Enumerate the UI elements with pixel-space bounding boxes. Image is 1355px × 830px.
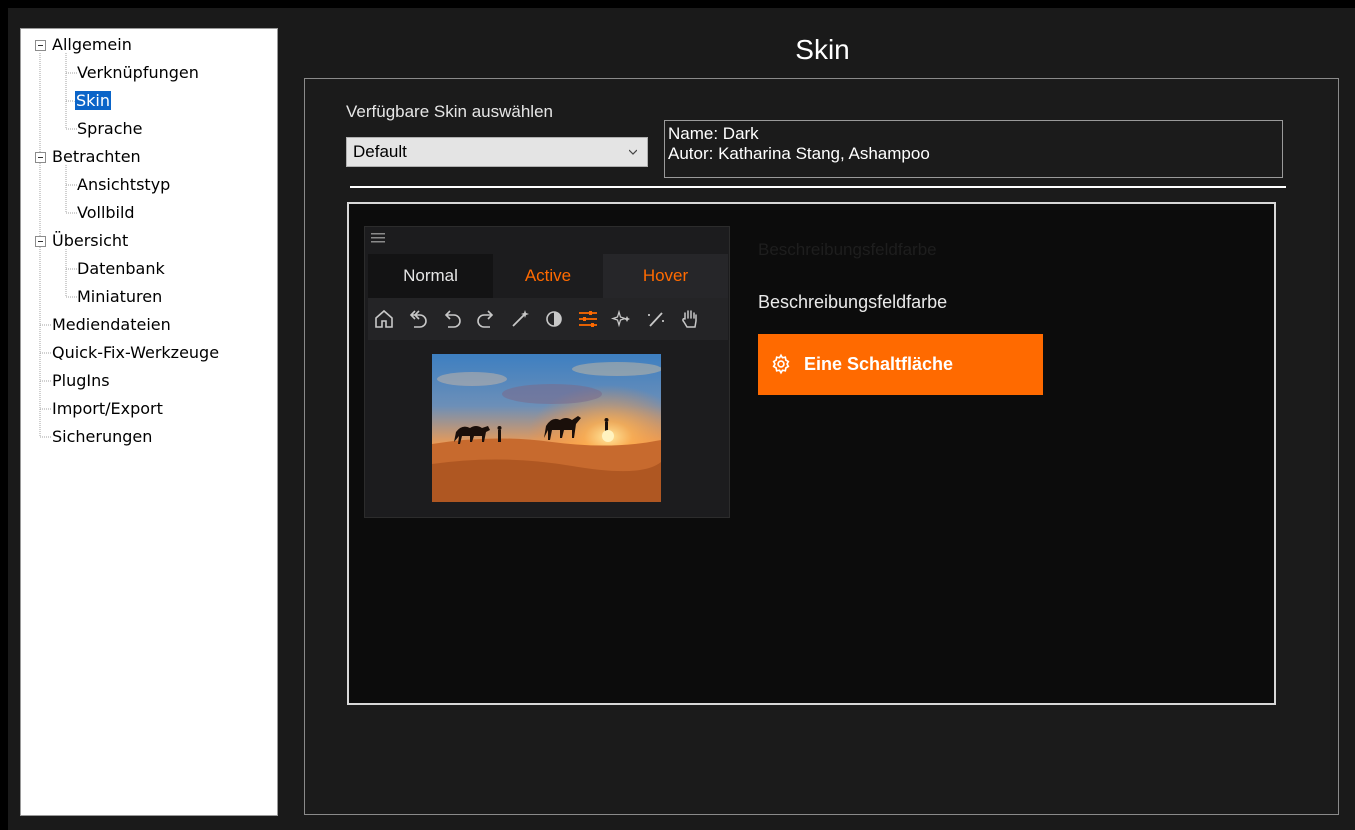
tree-item-label: Datenbank — [77, 259, 165, 278]
home-icon — [375, 309, 393, 328]
preview-tab-normal: Normal — [368, 254, 493, 298]
tree-item-label: Miniaturen — [77, 287, 163, 306]
tree-item-verknuepfungen[interactable]: Verknüpfungen — [77, 62, 199, 84]
skin-select-label: Verfügbare Skin auswählen — [346, 102, 553, 121]
magic-wand-icon — [512, 310, 529, 327]
tree-item-datenbank[interactable]: Datenbank — [77, 258, 165, 280]
tree-item-label: Import/Export — [52, 399, 163, 418]
tree-item-import-export[interactable]: Import/Export — [52, 398, 163, 420]
preview-tabs: Normal Active Hover — [368, 254, 728, 298]
collapse-betrachten-icon[interactable] — [35, 152, 46, 163]
tree-item-skin[interactable]: Skin — [73, 90, 113, 112]
contrast-icon — [546, 311, 562, 327]
tree-item-allgemein[interactable]: Allgemein — [52, 34, 132, 56]
skin-select-value: Default — [353, 142, 407, 161]
gear-icon — [772, 353, 790, 375]
desert-preview-image — [432, 354, 661, 502]
redo-icon — [477, 310, 494, 328]
tree-item-label: PlugIns — [52, 371, 110, 390]
sparkle-icon — [610, 309, 630, 328]
tree-item-label: Sicherungen — [52, 427, 153, 446]
collapse-allgemein-icon[interactable] — [35, 40, 46, 51]
sample-button-label: Eine Schaltfläche — [804, 354, 954, 374]
tree-item-label: Mediendateien — [52, 315, 171, 334]
tree-item-label: Ansichtstyp — [77, 175, 171, 194]
hand-icon — [682, 310, 697, 328]
tree-item-label: Betrachten — [52, 147, 141, 166]
tree-item-mediendateien[interactable]: Mediendateien — [52, 314, 171, 336]
skin-info-name: Name: Dark — [668, 124, 759, 143]
brush-icon — [648, 312, 664, 327]
chevron-down-icon — [629, 149, 637, 155]
skin-select[interactable]: Default — [346, 137, 648, 167]
tree-item-uebersicht[interactable]: Übersicht — [52, 230, 128, 252]
undo-all-icon — [409, 310, 427, 328]
hamburger-menu-icon — [371, 233, 385, 243]
tree-item-label: Quick-Fix-Werkzeuge — [52, 343, 220, 362]
tree-item-vollbild[interactable]: Vollbild — [77, 202, 135, 224]
tree-item-label: Allgemein — [52, 35, 132, 54]
tree-item-label: Vollbild — [77, 203, 135, 222]
tree-item-quick-fix-werkzeuge[interactable]: Quick-Fix-Werkzeuge — [52, 342, 219, 364]
tree-item-sicherungen[interactable]: Sicherungen — [52, 426, 152, 448]
separator — [350, 186, 1286, 188]
skin-info-box: Name: Dark Autor: Katharina Stang, Asham… — [664, 120, 1283, 178]
settings-tree[interactable]: Allgemein Verknüpfungen Skin Sprache Bet… — [20, 28, 278, 816]
sample-button[interactable]: Eine Schaltfläche — [758, 334, 1043, 395]
sliders-icon — [579, 311, 597, 327]
preview-tab-hover: Hover — [603, 254, 728, 298]
tree-item-sprache[interactable]: Sprache — [77, 118, 142, 140]
collapse-uebersicht-icon[interactable] — [35, 236, 46, 247]
tree-item-label: Übersicht — [52, 231, 129, 250]
tree-item-ansichtstyp[interactable]: Ansichtstyp — [77, 174, 170, 196]
tree-item-label: Sprache — [77, 119, 143, 138]
tree-item-miniaturen[interactable]: Miniaturen — [77, 286, 162, 308]
tree-item-betrachten[interactable]: Betrachten — [52, 146, 141, 168]
tree-item-label: Verknüpfungen — [77, 63, 199, 82]
description-field-label: Beschreibungsfeldfarbe — [758, 292, 948, 312]
tree-item-plugins[interactable]: PlugIns — [52, 370, 110, 392]
skin-info-author: Autor: Katharina Stang, Ashampoo — [668, 144, 930, 163]
tree-item-label: Skin — [73, 90, 113, 111]
ghost-field-label: Beschreibungsfeldfarbe — [758, 240, 937, 259]
preview-tab-active: Active — [493, 254, 603, 298]
preview-toolbar — [368, 298, 728, 340]
page-title: Skin — [795, 34, 850, 65]
undo-icon — [444, 310, 461, 328]
